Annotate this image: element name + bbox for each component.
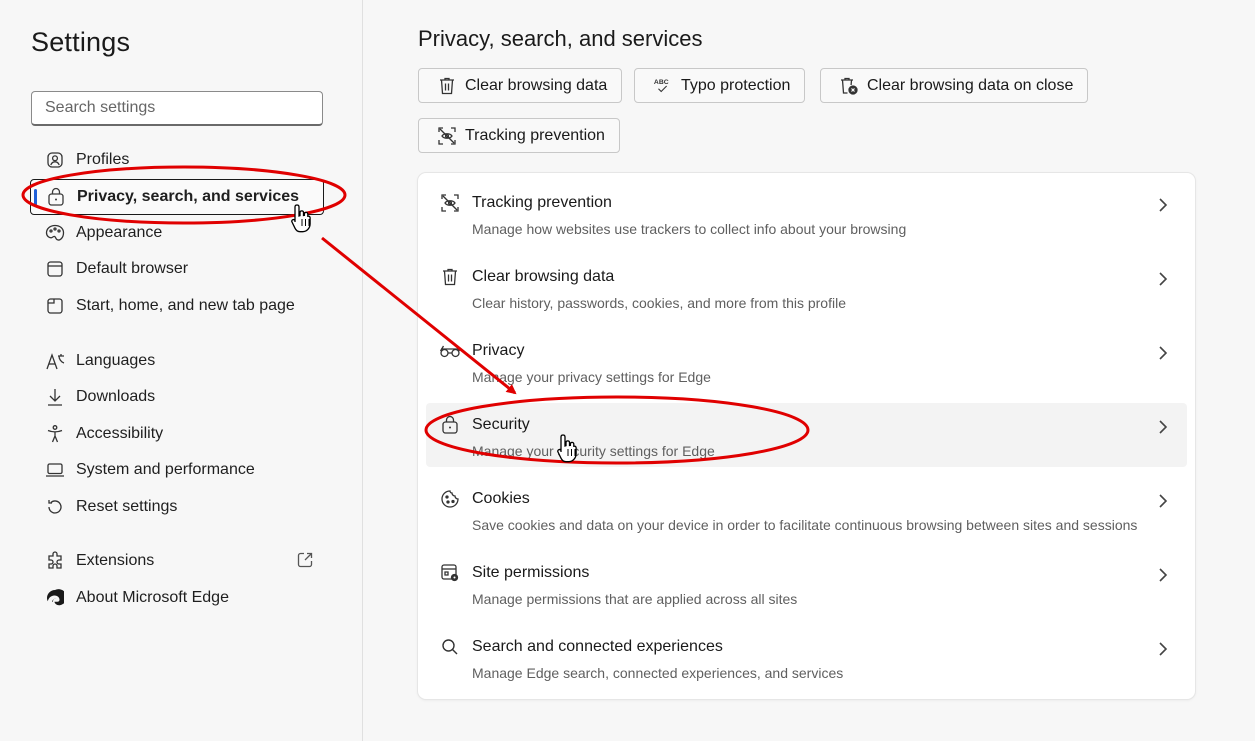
sidebar-item-reset[interactable]: Reset settings <box>30 489 324 525</box>
download-icon <box>45 387 65 407</box>
row-title: Security <box>472 416 530 433</box>
row-subtitle: Manage your privacy settings for Edge <box>472 369 711 385</box>
sidebar-item-system[interactable]: System and performance <box>30 452 324 488</box>
sidebar-item-label: About Microsoft Edge <box>76 589 229 606</box>
row-subtitle: Manage your security settings for Edge <box>472 443 715 459</box>
reset-icon <box>45 497 65 517</box>
edge-logo-icon <box>45 588 65 608</box>
sidebar-item-label: Default browser <box>76 260 189 277</box>
page-title: Privacy, search, and services <box>418 26 703 51</box>
chip-label: Typo protection <box>681 76 791 94</box>
row-title: Tracking prevention <box>472 194 612 211</box>
row-title: Privacy <box>472 342 525 359</box>
sidebar-item-profiles[interactable]: Profiles <box>30 142 324 178</box>
sidebar-item-label: Downloads <box>76 388 156 405</box>
chip-clear-data-on-close[interactable]: Clear browsing data on close <box>820 68 1089 103</box>
sidebar-item-extensions[interactable]: Extensions <box>30 543 324 579</box>
row-privacy[interactable]: Privacy Manage your privacy settings for… <box>426 329 1187 393</box>
row-title: Site permissions <box>472 564 590 581</box>
sidebar-item-downloads[interactable]: Downloads <box>30 379 324 415</box>
chevron-right-icon <box>1159 494 1168 508</box>
sidebar: Settings Profiles Privacy, search, and s… <box>0 0 363 741</box>
row-clear-browsing-data[interactable]: Clear browsing data Clear history, passw… <box>426 255 1187 319</box>
chevron-right-icon <box>1159 642 1168 656</box>
sidebar-item-label: System and performance <box>76 461 255 478</box>
sidebar-item-languages[interactable]: Languages <box>30 343 324 379</box>
tracking-icon <box>439 192 461 214</box>
row-subtitle: Manage permissions that are applied acro… <box>472 591 798 607</box>
trash-icon <box>439 266 461 288</box>
sidebar-item-label: Start, home, and new tab page <box>76 297 295 314</box>
chevron-right-icon <box>1159 568 1168 582</box>
sidebar-item-label: Extensions <box>76 552 155 569</box>
puzzle-icon <box>45 551 65 571</box>
accessibility-icon <box>45 424 65 444</box>
row-site-permissions[interactable]: Site permissions Manage permissions that… <box>426 551 1187 615</box>
trash-icon <box>437 76 457 96</box>
row-cookies[interactable]: Cookies Save cookies and data on your de… <box>426 477 1187 541</box>
svg-text:ABC: ABC <box>654 79 669 86</box>
lock-icon <box>439 414 461 436</box>
sidebar-item-about[interactable]: About Microsoft Edge <box>30 580 324 616</box>
row-subtitle: Save cookies and data on your device in … <box>472 517 1138 533</box>
row-subtitle: Clear history, passwords, cookies, and m… <box>472 295 846 311</box>
privacy-settings-card: Tracking prevention Manage how websites … <box>418 173 1195 699</box>
cookie-icon <box>439 488 461 510</box>
row-security[interactable]: Security Manage your security settings f… <box>426 403 1187 467</box>
row-title: Search and connected experiences <box>472 638 723 655</box>
trash-clock-icon <box>839 76 859 96</box>
home-tab-icon <box>45 296 65 316</box>
chip-label: Clear browsing data <box>465 76 608 94</box>
chevron-right-icon <box>1159 420 1168 434</box>
languages-icon <box>45 351 65 371</box>
external-link-icon <box>296 551 314 574</box>
lock-icon <box>46 187 66 207</box>
chip-label: Clear browsing data on close <box>867 76 1074 94</box>
sidebar-item-appearance[interactable]: Appearance <box>30 215 324 251</box>
row-title: Clear browsing data <box>472 268 615 285</box>
row-subtitle: Manage how websites use trackers to coll… <box>472 221 907 237</box>
row-subtitle: Manage Edge search, connected experience… <box>472 665 844 681</box>
chip-label: Tracking prevention <box>465 126 605 144</box>
browser-icon <box>45 259 65 279</box>
site-permissions-icon <box>439 562 461 584</box>
row-title: Cookies <box>472 490 530 507</box>
settings-title: Settings <box>31 27 131 57</box>
search-icon <box>439 636 461 658</box>
chip-tracking-prevention[interactable]: Tracking prevention <box>418 118 620 153</box>
palette-icon <box>45 223 65 243</box>
sidebar-item-start-home[interactable]: Start, home, and new tab page <box>30 288 324 324</box>
sidebar-item-label: Accessibility <box>76 425 164 442</box>
chevron-right-icon <box>1159 346 1168 360</box>
sidebar-item-label: Privacy, search, and services <box>77 188 300 205</box>
sidebar-item-accessibility[interactable]: Accessibility <box>30 416 324 452</box>
sidebar-item-label: Languages <box>76 352 156 369</box>
glasses-icon <box>439 340 461 362</box>
chip-clear-browsing-data[interactable]: Clear browsing data <box>418 68 623 103</box>
chip-typo-protection[interactable]: ABC Typo protection <box>634 68 806 103</box>
search-settings-input[interactable] <box>31 91 323 126</box>
profile-icon <box>45 150 65 170</box>
chevron-right-icon <box>1159 272 1168 286</box>
sidebar-item-label: Profiles <box>76 151 130 168</box>
tracking-icon <box>437 126 457 146</box>
row-tracking-prevention[interactable]: Tracking prevention Manage how websites … <box>426 181 1187 245</box>
sidebar-item-label: Reset settings <box>76 498 178 515</box>
sidebar-item-label: Appearance <box>76 224 163 241</box>
sidebar-item-default-browser[interactable]: Default browser <box>30 251 324 287</box>
row-search-connected[interactable]: Search and connected experiences Manage … <box>426 625 1187 689</box>
chevron-right-icon <box>1159 198 1168 212</box>
laptop-icon <box>45 460 65 480</box>
sidebar-item-privacy[interactable]: Privacy, search, and services <box>30 179 324 215</box>
abc-check-icon: ABC <box>653 76 673 96</box>
